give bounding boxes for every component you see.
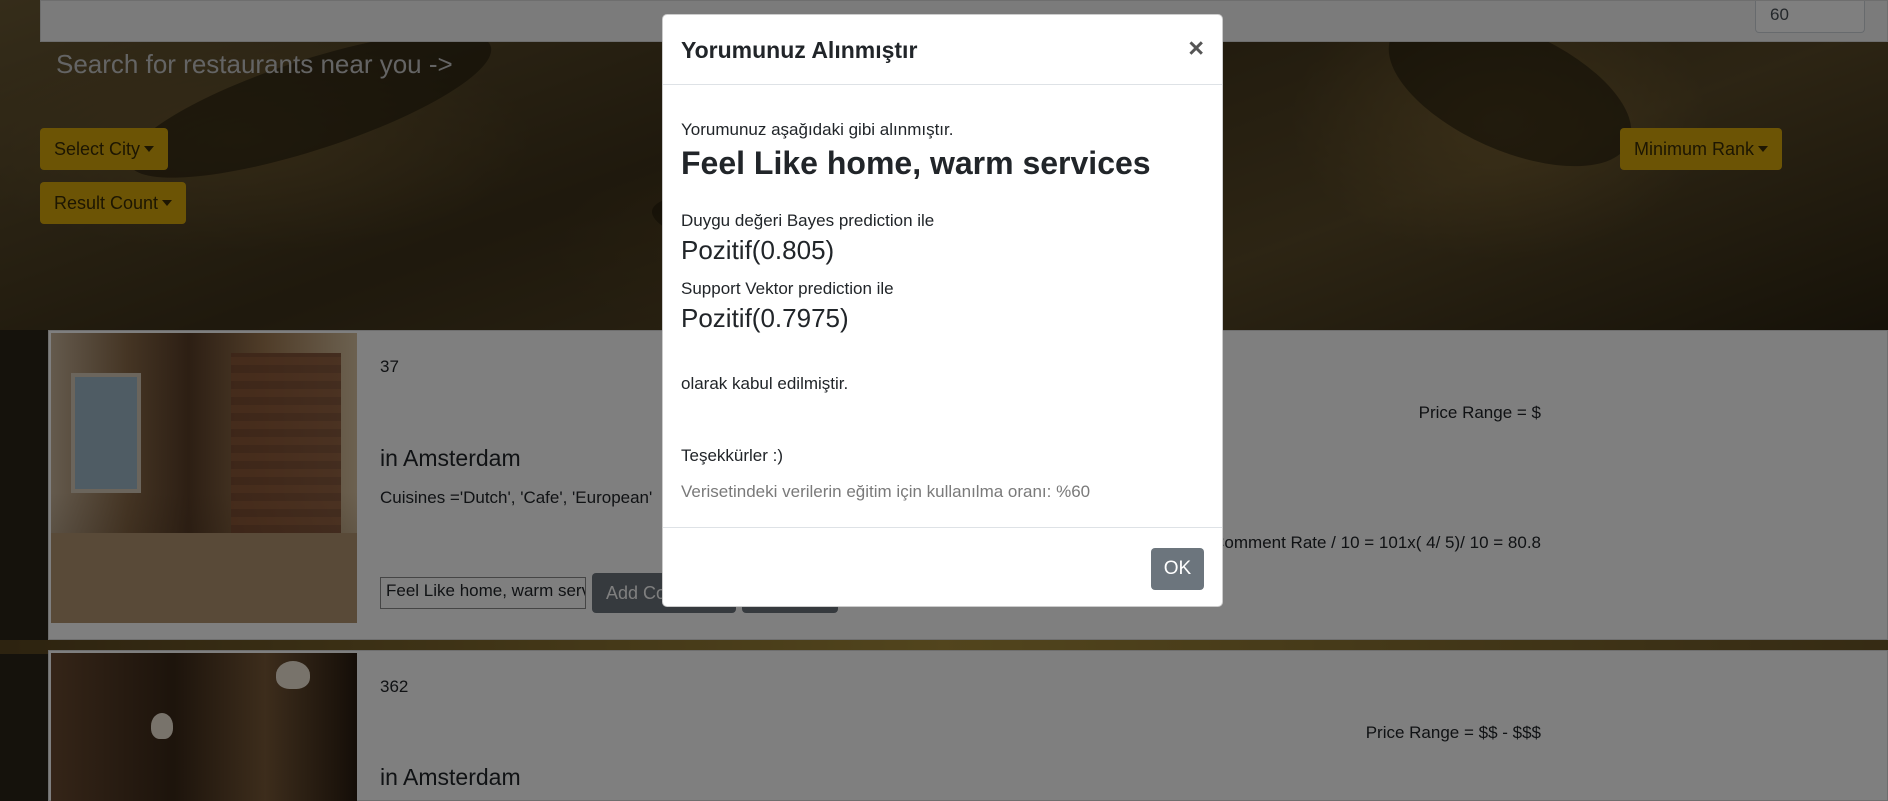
bayes-result: Pozitif(0.805) [681,235,835,265]
intro-text: Yorumunuz aşağıdaki gibi alınmıştır. [681,120,954,139]
modal-title: Yorumunuz Alınmıştır [681,37,918,63]
close-icon[interactable]: × [1188,33,1204,64]
svm-label: Support Vektor prediction ile [681,279,894,298]
bayes-label: Duygu değeri Bayes prediction ile [681,211,935,230]
ok-button[interactable]: OK [1151,548,1204,590]
svm-result: Pozitif(0.7975) [681,303,849,333]
comment-result-modal: Yorumunuz Alınmıştır × Yorumunuz aşağıda… [662,14,1223,607]
training-ratio-text: Verisetindeki verilerin eğitim için kull… [681,482,1091,501]
comment-text: Feel Like home, warm services [681,145,1151,181]
thanks-text: Teşekkürler :) [681,446,784,465]
modal-footer: OK [663,527,1222,607]
modal-header: Yorumunuz Alınmıştır × [663,15,1222,85]
accepted-text: olarak kabul edilmiştir. [681,374,849,393]
